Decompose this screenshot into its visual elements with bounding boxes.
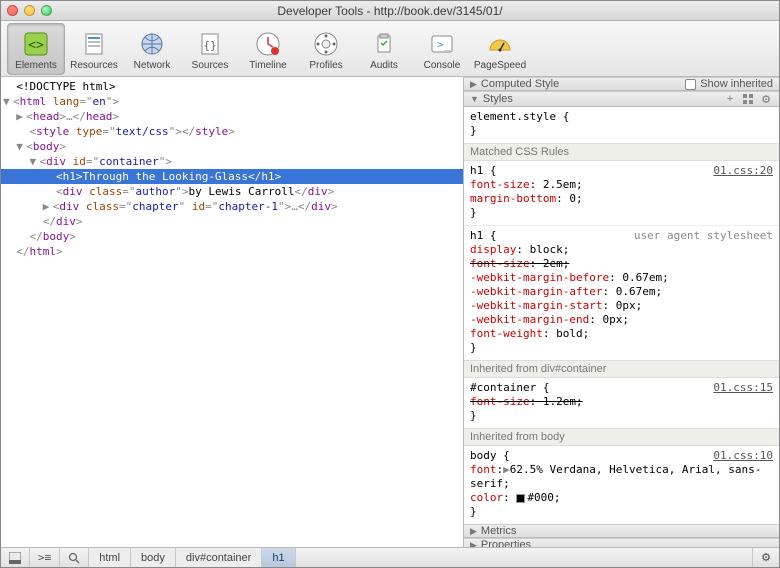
svg-text:>_: >_ [437,38,451,51]
tab-console[interactable]: >_ Console [413,23,471,75]
inherited-header: Inherited from div#container [464,360,779,378]
show-inherited-checkbox[interactable] [685,79,696,90]
zoom-icon[interactable] [41,5,52,16]
window-controls [7,5,52,16]
pagespeed-icon [485,29,515,59]
show-inherited-label: Show inherited [700,78,773,90]
section-title: Metrics [481,525,516,537]
chevron-right-icon: ▶ [470,526,477,537]
breadcrumb-item[interactable]: div#container [176,548,262,567]
source-link[interactable]: 01.css:20 [713,164,773,178]
tab-label: PageSpeed [474,60,526,71]
tab-label: Sources [192,60,229,71]
tab-timeline[interactable]: Timeline [239,23,297,75]
dom-node[interactable]: <!DOCTYPE html> [1,79,463,94]
inherited-header: Inherited from body [464,428,779,446]
dom-node[interactable]: <div class="author">by Lewis Carroll</di… [1,184,463,199]
chevron-right-icon: ▶ [470,79,477,90]
tab-label: Timeline [249,60,286,71]
network-icon [137,29,167,59]
chevron-down-icon: ▼ [470,94,479,104]
tab-label: Profiles [309,60,342,71]
matched-rules-header: Matched CSS Rules [464,143,779,161]
timeline-icon [253,29,283,59]
dom-node[interactable]: </html> [1,244,463,259]
tab-label: Console [424,60,461,71]
dom-node-selected[interactable]: <h1>Through the Looking-Glass</h1> [1,169,463,184]
dom-node[interactable]: ▼<html lang="en"> [1,94,463,109]
source-link[interactable]: 01.css:10 [713,449,773,463]
svg-text:{}: {} [203,39,216,52]
tab-sources[interactable]: {} Sources [181,23,239,75]
section-styles[interactable]: ▼ Styles + ⚙ [464,91,779,107]
tab-label: Resources [70,60,118,71]
source-link[interactable]: 01.css:15 [713,381,773,395]
section-title: Computed Style [481,78,559,90]
elements-icon: <> [21,29,51,59]
console-icon: >_ [427,29,457,59]
dom-node[interactable]: </body> [1,229,463,244]
dom-node[interactable]: </div> [1,214,463,229]
footer-bar: >≡ html body div#container h1 ⚙ [1,547,779,567]
main-toolbar: <> Elements Resources Network {} Sources… [1,21,779,77]
profiles-icon [311,29,341,59]
css-rule[interactable]: h1 {user agent stylesheet display: block… [464,225,779,360]
color-swatch[interactable] [516,494,525,503]
tab-label: Elements [15,60,57,71]
minimize-icon[interactable] [24,5,35,16]
tab-network[interactable]: Network [123,23,181,75]
breadcrumb-item[interactable]: body [131,548,176,567]
toggle-state-icon[interactable] [741,92,755,106]
tab-profiles[interactable]: Profiles [297,23,355,75]
chevron-right-icon: ▶ [470,540,477,548]
gear-icon[interactable]: ⚙ [752,548,779,567]
dock-icon[interactable] [1,548,30,567]
css-rule[interactable]: body {01.css:10 font:▶62.5% Verdana, Hel… [464,446,779,524]
styles-sidebar: ▶ Computed Style Show inherited ▼ Styles… [463,77,779,547]
show-console-icon[interactable]: >≡ [30,548,60,567]
tab-pagespeed[interactable]: PageSpeed [471,23,529,75]
tab-resources[interactable]: Resources [65,23,123,75]
tab-elements[interactable]: <> Elements [7,23,65,75]
search-icon[interactable] [60,548,89,567]
tab-audits[interactable]: Audits [355,23,413,75]
section-title: Properties [481,539,531,547]
dom-tree-panel[interactable]: <!DOCTYPE html> ▼<html lang="en"> ▶<head… [1,77,463,547]
dom-node[interactable]: ▼<body> [1,139,463,154]
add-rule-icon[interactable]: + [723,92,737,106]
dom-node[interactable]: ▶<head>…</head> [1,109,463,124]
rule-element-style[interactable]: element.style { } [464,107,779,143]
section-computed-style[interactable]: ▶ Computed Style Show inherited [464,77,779,91]
resources-icon [79,29,109,59]
section-properties[interactable]: ▶ Properties [464,538,779,547]
ua-stylesheet-label: user agent stylesheet [634,229,773,243]
css-rule[interactable]: h1 {01.css:20 font-size: 2.5em; margin-b… [464,161,779,225]
window-title: Developer Tools - http://book.dev/3145/0… [1,4,779,18]
window-titlebar: Developer Tools - http://book.dev/3145/0… [1,1,779,21]
section-title: Styles [483,93,513,105]
sources-icon: {} [195,29,225,59]
dom-node[interactable]: ▼<div id="container"> [1,154,463,169]
breadcrumb-item[interactable]: html [89,548,131,567]
tab-label: Network [134,60,171,71]
close-icon[interactable] [7,5,18,16]
svg-text:<>: <> [28,38,44,53]
css-rule[interactable]: #container {01.css:15 font-size: 1.2em; … [464,378,779,428]
tab-label: Audits [370,60,398,71]
audits-icon [369,29,399,59]
breadcrumb-item[interactable]: h1 [262,548,295,567]
section-metrics[interactable]: ▶ Metrics [464,524,779,538]
dom-node[interactable]: ▶<div class="chapter" id="chapter-1">…</… [1,199,463,214]
gear-icon[interactable]: ⚙ [759,92,773,106]
dom-node[interactable]: <style type="text/css"></style> [1,124,463,139]
